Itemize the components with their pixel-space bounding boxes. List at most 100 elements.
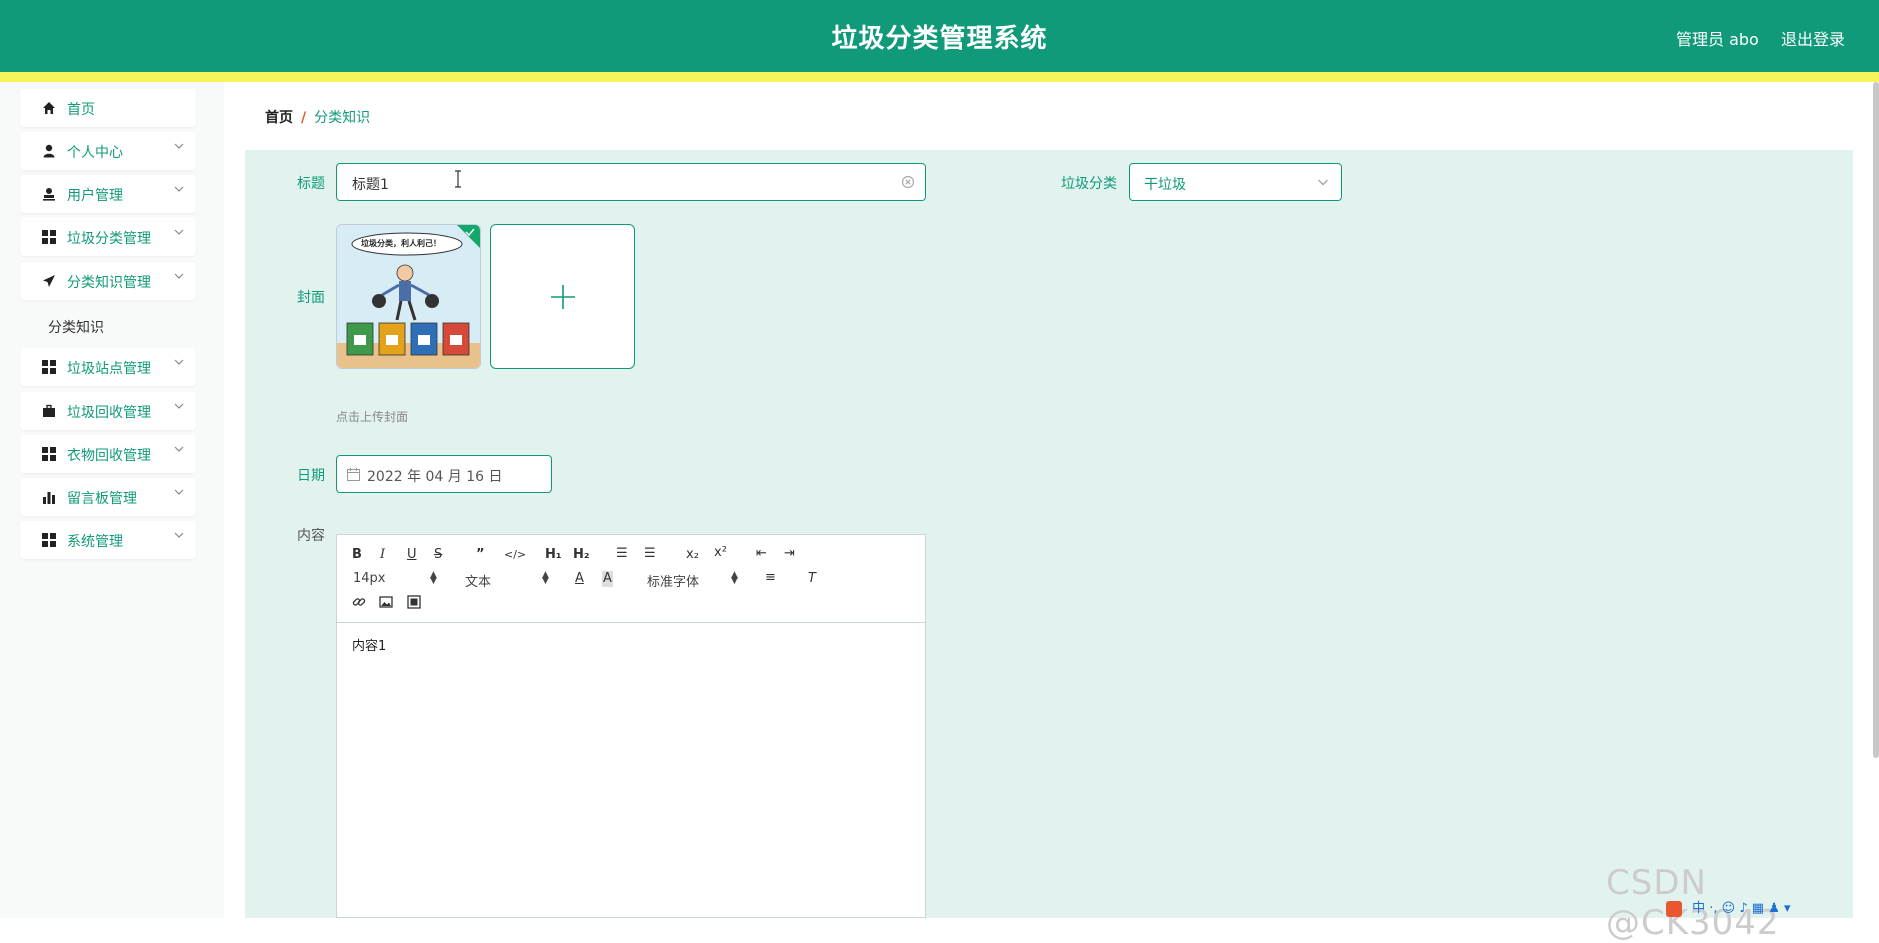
select-arrows-icon: ▲ ▼ <box>731 570 738 586</box>
sogou-icon <box>1666 900 1682 917</box>
align-icon[interactable]: ≡ <box>765 570 776 586</box>
outdent-icon[interactable]: ⇤ <box>756 546 767 562</box>
video-icon[interactable] <box>407 595 421 609</box>
ime-toolbar[interactable]: 中 ·, ☺ ♪ ▦ ♟ ▾ <box>1666 897 1791 918</box>
bold-icon[interactable]: B <box>352 547 362 563</box>
ime-status-icons: 中 ·, ☺ ♪ ▦ ♟ ▾ <box>1692 901 1791 916</box>
superscript-icon[interactable]: x² <box>714 545 727 561</box>
title-input-value: 标题1 <box>352 177 389 193</box>
font-color-icon[interactable]: A <box>575 571 584 587</box>
chevron-down-icon <box>174 532 184 538</box>
sidebar-item-system-management[interactable]: 系统管理 <box>20 521 196 559</box>
calendar-icon <box>347 468 360 481</box>
sidebar-item-recycling-management[interactable]: 垃圾回收管理 <box>20 392 196 430</box>
breadcrumb-home[interactable]: 首页 <box>265 110 293 126</box>
font-family-select[interactable]: 标准字体 <box>647 571 699 590</box>
title-label: 标题 <box>297 176 325 192</box>
subscript-icon[interactable]: x₂ <box>686 547 699 563</box>
logout-link[interactable]: 退出登录 <box>1781 26 1845 50</box>
blockquote-icon[interactable]: ” <box>476 547 485 563</box>
editor-content[interactable]: 内容1 <box>352 635 386 654</box>
code-icon[interactable]: </> <box>504 547 526 563</box>
sidebar-item-label: 垃圾回收管理 <box>67 405 151 421</box>
sidebar-item-label: 分类知识管理 <box>67 275 151 291</box>
sidebar-item-label: 垃圾分类管理 <box>67 231 151 247</box>
date-value: 2022 年 04 月 16 日 <box>367 469 503 485</box>
plus-icon <box>551 285 575 309</box>
heading1-icon[interactable]: H₁ <box>545 547 562 563</box>
sidebar-item-label: 首页 <box>67 102 95 118</box>
briefcase-icon <box>43 404 55 417</box>
text-cursor-icon <box>455 170 461 188</box>
chevron-down-icon <box>1318 179 1328 186</box>
system-title: 垃圾分类管理系统 <box>831 24 1048 54</box>
date-picker[interactable]: 2022 年 04 月 16 日 <box>336 455 552 493</box>
paragraph-style-select[interactable]: 文本 <box>465 571 491 590</box>
grid-icon <box>42 533 56 547</box>
header-accent-strip <box>0 72 1879 82</box>
category-select[interactable]: 干垃圾 <box>1129 163 1342 201</box>
select-arrows-icon: ▲ ▼ <box>542 570 549 586</box>
breadcrumb-separator: / <box>301 110 307 126</box>
page-scrollbar[interactable] <box>1873 82 1879 758</box>
underline-icon[interactable]: U <box>407 547 417 563</box>
font-size-select[interactable]: 14px <box>353 571 386 586</box>
sidebar-item-personal-center[interactable]: 个人中心 <box>20 132 196 170</box>
editor-toolbar: B I U S ” </> H₁ H₂ ☰ ☰ x₂ x² ⇤ ⇥ 14px ▲… <box>337 535 925 623</box>
breadcrumb: 首页 / 分类知识 <box>265 107 370 127</box>
sidebar-item-clothing-recycling-management[interactable]: 衣物回收管理 <box>20 435 196 473</box>
strikethrough-icon[interactable]: S <box>434 547 442 563</box>
date-label: 日期 <box>297 468 325 484</box>
cover-image-caption: 垃圾分类，利人利己！ <box>361 239 441 248</box>
top-header: 垃圾分类管理系统 管理员 abo 退出登录 <box>0 0 1879 72</box>
sidebar-item-garbage-category-management[interactable]: 垃圾分类管理 <box>20 218 196 256</box>
chevron-up-icon <box>174 273 184 279</box>
sidebar-item-station-management[interactable]: 垃圾站点管理 <box>20 348 196 386</box>
sidebar-item-label: 衣物回收管理 <box>67 448 151 464</box>
image-icon[interactable] <box>379 595 393 609</box>
chevron-down-icon <box>174 359 184 365</box>
person-icon <box>43 144 55 158</box>
sidebar-item-label: 用户管理 <box>67 188 123 204</box>
grid-icon <box>42 230 56 244</box>
sidebar-item-label: 个人中心 <box>67 145 123 161</box>
chevron-down-icon <box>174 489 184 495</box>
clear-format-icon[interactable]: T <box>808 571 816 587</box>
upload-hint: 点击上传封面 <box>336 410 409 424</box>
sidebar-item-label: 留言板管理 <box>67 491 137 507</box>
sidebar-item-label: 垃圾站点管理 <box>67 361 151 377</box>
grid-icon <box>42 447 56 461</box>
ordered-list-icon[interactable]: ☰ <box>616 546 628 562</box>
cover-label: 封面 <box>297 290 325 306</box>
paper-plane-icon <box>43 275 55 287</box>
italic-icon[interactable]: I <box>380 547 385 563</box>
sidebar-item-home[interactable]: 首页 <box>20 89 196 127</box>
sidebar-item-message-board-management[interactable]: 留言板管理 <box>20 478 196 516</box>
clear-icon[interactable] <box>901 175 915 189</box>
bar-chart-icon <box>43 492 55 504</box>
breadcrumb-current: 分类知识 <box>314 110 371 126</box>
sidebar-item-label: 系统管理 <box>67 534 123 550</box>
cover-image[interactable]: 垃圾分类，利人利己！ <box>336 224 481 369</box>
rich-text-editor: B I U S ” </> H₁ H₂ ☰ ☰ x₂ x² ⇤ ⇥ 14px ▲… <box>336 534 926 918</box>
chevron-down-icon <box>174 229 184 235</box>
chevron-down-icon <box>174 186 184 192</box>
chevron-down-icon <box>174 403 184 409</box>
link-icon[interactable] <box>352 595 366 609</box>
category-label: 垃圾分类 <box>1061 176 1117 192</box>
sidebar-subitem-knowledge[interactable]: 分类知识 <box>48 317 104 337</box>
heading2-icon[interactable]: H₂ <box>573 547 590 563</box>
sidebar-item-user-management[interactable]: 用户管理 <box>20 175 196 213</box>
upload-cover-button[interactable] <box>490 224 635 369</box>
chevron-down-icon <box>174 143 184 149</box>
grid-icon <box>42 360 56 374</box>
content-label: 内容 <box>297 528 325 544</box>
indent-icon[interactable]: ⇥ <box>784 546 795 562</box>
background-color-icon[interactable]: A <box>602 571 613 587</box>
sidebar-item-knowledge-management[interactable]: 分类知识管理 <box>20 262 196 300</box>
bullet-list-icon[interactable]: ☰ <box>644 546 656 562</box>
title-input[interactable]: 标题1 <box>336 163 926 201</box>
home-icon <box>43 102 55 114</box>
select-arrows-icon: ▲ ▼ <box>430 570 437 586</box>
user-stamp-icon <box>43 188 55 201</box>
